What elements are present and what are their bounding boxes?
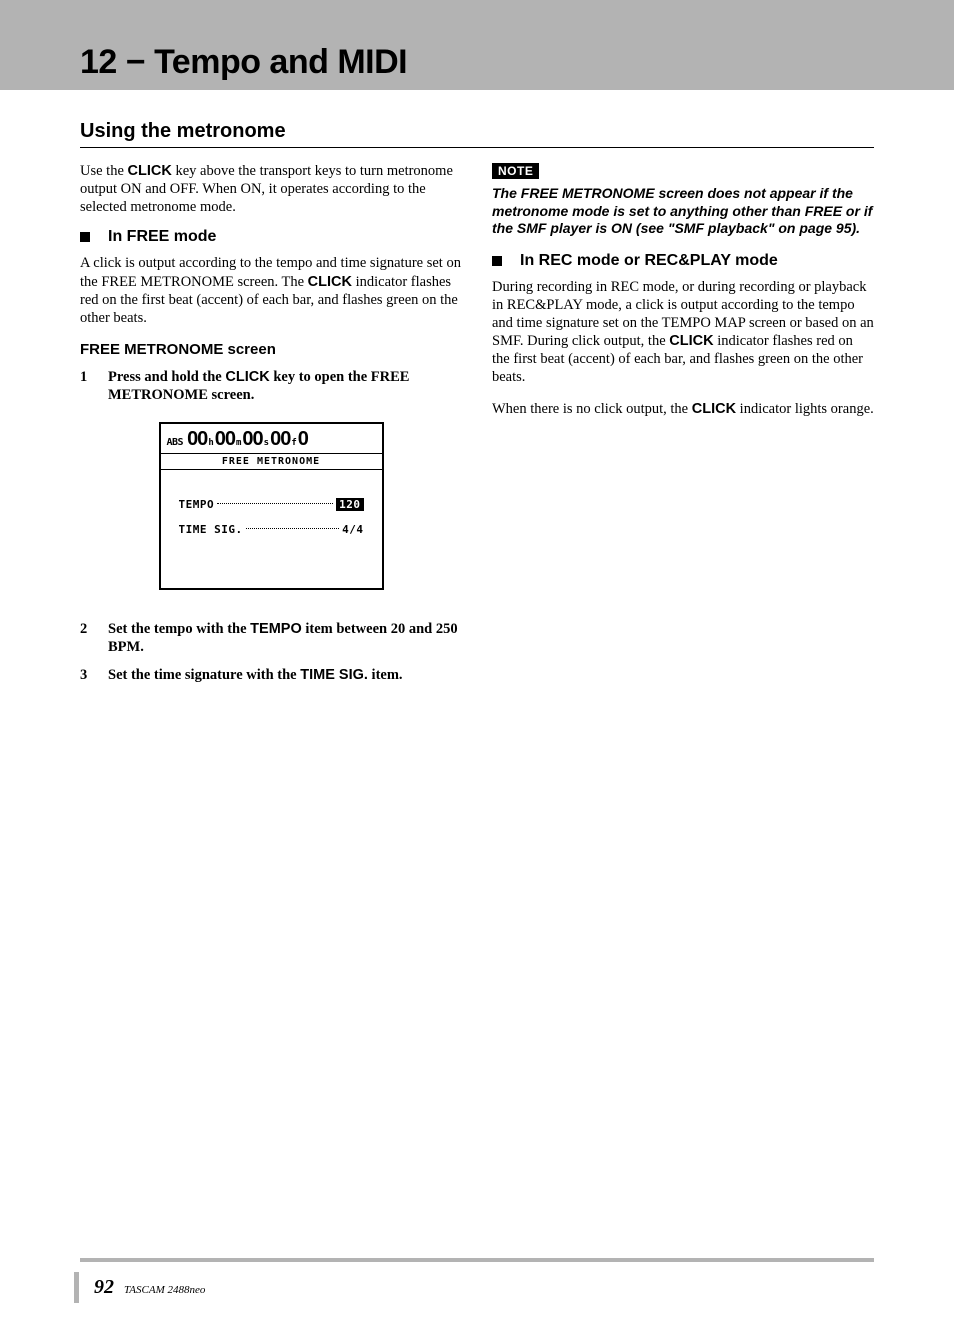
step-2: 2 Set the tempo with the TEMPO item betw… — [80, 620, 462, 656]
left-column: Use the CLICK key above the transport ke… — [80, 162, 462, 695]
step-number: 2 — [80, 620, 90, 656]
lcd-tempo-value: 120 — [336, 498, 363, 511]
square-bullet-icon — [492, 256, 502, 266]
step-1: 1 Press and hold the CLICK key to open t… — [80, 368, 462, 404]
click-key-label: CLICK — [692, 401, 736, 417]
abs-label: ABS — [167, 437, 184, 448]
screen-heading: FREE METRONOME screen — [80, 341, 462, 358]
step-3: 3 Set the time signature with the TIME S… — [80, 666, 462, 684]
unit-f: f — [291, 438, 296, 448]
free-mode-paragraph: A click is output according to the tempo… — [80, 254, 462, 327]
click-key-label: CLICK — [308, 274, 352, 290]
sub-heading-rec-mode: In REC mode or REC&PLAY mode — [492, 252, 874, 270]
lcd-frames: 00 — [270, 428, 290, 451]
rec-mode-paragraph-2: When there is no click output, the CLICK… — [492, 398, 874, 421]
lcd-screenshot: ABS 00h 00m 00s 00f 0 FREE METRONOME TEM… — [159, 422, 384, 590]
dots — [217, 503, 333, 504]
text: Press and hold the — [108, 369, 225, 385]
lcd-timesig-value: 4/4 — [342, 523, 363, 536]
footer-left-accent — [74, 1272, 79, 1303]
header-bar: 12 − Tempo and MIDI — [0, 0, 954, 90]
square-bullet-icon — [80, 232, 90, 242]
lcd-title-text: FREE METRONOME — [222, 456, 320, 467]
tempo-item-label: TEMPO — [250, 621, 302, 637]
sub-heading-label: In FREE mode — [108, 228, 216, 246]
note-label: NOTE — [492, 163, 539, 179]
step-number: 3 — [80, 666, 90, 684]
sub-heading-label: In REC mode or REC&PLAY mode — [520, 252, 778, 270]
lcd-tempo-line: TEMPO 120 — [179, 498, 364, 511]
unit-s: s — [264, 438, 269, 448]
sub-heading-free-mode: In FREE mode — [80, 228, 462, 246]
text: Use the — [80, 163, 128, 179]
section-heading: Using the metronome — [80, 120, 874, 148]
text: item. — [368, 667, 403, 683]
click-key-label: CLICK — [225, 369, 269, 385]
note-text: The FREE METRONOME screen does not appea… — [492, 185, 874, 238]
click-key-label: CLICK — [128, 163, 172, 179]
lcd-title: FREE METRONOME — [161, 453, 382, 470]
lcd-timesig-label: TIME SIG. — [179, 523, 243, 536]
lcd-tempo-label: TEMPO — [179, 498, 215, 511]
click-key-label: CLICK — [669, 333, 713, 349]
page-number: 92 — [94, 1276, 114, 1299]
footer-text: TASCAM 2488neo — [124, 1284, 205, 1296]
text: Set the tempo with the — [108, 621, 250, 637]
chapter-title: 12 − Tempo and MIDI — [80, 43, 407, 82]
right-column: NOTE The FREE METRONOME screen does not … — [492, 162, 874, 695]
lcd-minutes: 00 — [215, 428, 235, 451]
timesig-item-label: TIME SIG. — [300, 667, 368, 683]
text: Set the time signature with the — [108, 667, 300, 683]
unit-h: h — [208, 438, 213, 448]
dots — [246, 528, 340, 529]
lcd-subframes: 0 — [298, 428, 308, 451]
text: When there is no click output, the — [492, 401, 692, 417]
lcd-hours: 00 — [187, 428, 207, 451]
rec-mode-paragraph-1: During recording in REC mode, or during … — [492, 278, 874, 387]
unit-m: m — [236, 438, 241, 448]
lcd-time-row: ABS 00h 00m 00s 00f 0 — [161, 424, 382, 453]
text: indicator lights orange. — [736, 401, 874, 417]
page-content: Using the metronome Use the CLICK key ab… — [0, 90, 954, 695]
lcd-seconds: 00 — [242, 428, 262, 451]
intro-paragraph: Use the CLICK key above the transport ke… — [80, 162, 462, 216]
step-number: 1 — [80, 368, 90, 404]
lcd-timesig-line: TIME SIG. 4/4 — [179, 523, 364, 536]
page-footer: 92 TASCAM 2488neo — [80, 1258, 874, 1299]
